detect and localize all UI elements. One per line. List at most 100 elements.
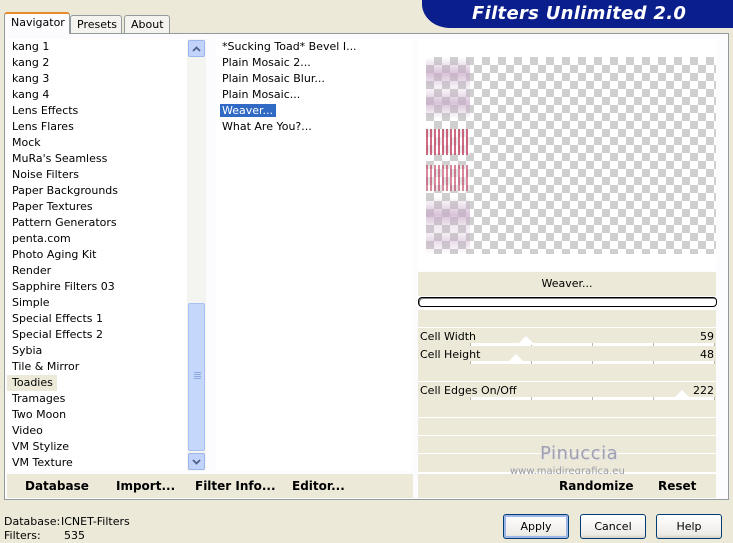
category-item-label: Pattern Generators: [12, 216, 117, 229]
category-item[interactable]: penta.com: [7, 231, 187, 247]
category-item[interactable]: Special Effects 2: [7, 327, 187, 343]
preview-image: [426, 57, 716, 254]
randomize-button[interactable]: Randomize: [559, 479, 633, 493]
header-banner: Filters Unlimited 2.0: [422, 0, 733, 28]
tab-about[interactable]: About: [124, 15, 170, 34]
category-item[interactable]: Simple: [7, 295, 187, 311]
category-item[interactable]: Video: [7, 423, 187, 439]
category-item[interactable]: VM Texture: [7, 455, 187, 471]
current-filter-name: Weaver...: [418, 272, 716, 296]
filter-item-label: Plain Mosaic 2...: [222, 56, 311, 69]
category-item-label: VM Texture: [12, 456, 73, 469]
slider-thumb[interactable]: [673, 390, 692, 399]
category-item[interactable]: Tramages: [7, 391, 187, 407]
filter-item-label: *Sucking Toad* Bevel I...: [222, 40, 357, 53]
category-item[interactable]: kang 4: [7, 87, 187, 103]
help-button[interactable]: Help: [656, 514, 722, 539]
category-item[interactable]: Two Moon: [7, 407, 187, 423]
slider-value: 59: [700, 330, 714, 343]
category-item[interactable]: Sapphire Filters 03: [7, 279, 187, 295]
category-item[interactable]: kang 2: [7, 55, 187, 71]
tab-navigator[interactable]: Navigator: [4, 12, 70, 34]
app-title: Filters Unlimited 2.0: [472, 3, 687, 24]
tab-presets[interactable]: Presets: [70, 15, 122, 34]
category-item-label: Tile & Mirror: [12, 360, 80, 373]
slider-value: 48: [700, 348, 714, 361]
category-scrollbar[interactable]: [187, 39, 206, 471]
slider-label: Cell Height: [420, 348, 481, 361]
category-item-label: kang 1: [12, 40, 50, 53]
category-item[interactable]: kang 3: [7, 71, 187, 87]
category-item[interactable]: Noise Filters: [7, 167, 187, 183]
filter-item[interactable]: What Are You?...: [216, 119, 412, 135]
category-list[interactable]: kang 1 kang 2 kang 3 kang 4 Lens Effects Lens…: [7, 39, 187, 471]
database-button[interactable]: Database: [25, 479, 89, 493]
category-item-label: Lens Effects: [12, 104, 79, 117]
apply-button[interactable]: Apply: [503, 514, 569, 539]
category-item-label: Video: [12, 424, 43, 437]
category-item[interactable]: Paper Backgrounds: [7, 183, 187, 199]
category-item[interactable]: Pattern Generators: [7, 215, 187, 231]
category-item-label: Noise Filters: [12, 168, 79, 181]
category-item-label: Special Effects 1: [12, 312, 104, 325]
filter-item-label: Plain Mosaic...: [222, 88, 301, 101]
reset-button[interactable]: Reset: [658, 479, 696, 493]
cancel-button[interactable]: Cancel: [580, 514, 646, 539]
category-item[interactable]: Special Effects 1: [7, 311, 187, 327]
category-item[interactable]: Render: [7, 263, 187, 279]
category-item[interactable]: kang 1: [7, 39, 187, 55]
category-item[interactable]: Sybia: [7, 343, 187, 359]
filter-item-label: Plain Mosaic Blur...: [222, 72, 325, 85]
import-button[interactable]: Import...: [116, 479, 175, 493]
slider-label: Cell Edges On/Off: [420, 384, 517, 397]
scroll-down-button[interactable]: [188, 453, 205, 470]
filter-item[interactable]: Plain Mosaic...: [216, 87, 412, 103]
category-item-label: kang 3: [12, 72, 50, 85]
chevron-up-icon: [192, 45, 201, 52]
filter-info-button[interactable]: Filter Info...: [195, 479, 276, 493]
category-item[interactable]: Lens Effects: [7, 103, 187, 119]
category-item-label: Paper Textures: [12, 200, 93, 213]
filter-item-label: What Are You?...: [222, 120, 312, 133]
filter-item[interactable]: Weaver...: [216, 103, 412, 119]
scroll-up-button[interactable]: [188, 40, 205, 57]
filter-item[interactable]: *Sucking Toad* Bevel I...: [216, 39, 412, 55]
category-item[interactable]: MuRa's Seamless: [7, 151, 187, 167]
category-item-label: Special Effects 2: [12, 328, 104, 341]
navigator-toolbar: Database Import... Filter Info... Editor…: [7, 474, 413, 498]
slider-value: 222: [693, 384, 714, 397]
category-item-label: Photo Aging Kit: [12, 248, 97, 261]
category-item[interactable]: Paper Textures: [7, 199, 187, 215]
category-item[interactable]: Photo Aging Kit: [7, 247, 187, 263]
category-item-label: Sybia: [12, 344, 43, 357]
filter-list[interactable]: *Sucking Toad* Bevel I... Plain Mosaic 2.…: [216, 39, 412, 471]
category-item-label: Lens Flares: [12, 120, 74, 133]
preview-toolbar: Randomize Reset: [418, 474, 716, 498]
status-filters: Filters: 535: [4, 529, 85, 542]
slider-thumb[interactable]: [517, 336, 536, 345]
category-item[interactable]: Toadies: [7, 375, 187, 391]
category-item[interactable]: Lens Flares: [7, 119, 187, 135]
category-item[interactable]: Mock: [7, 135, 187, 151]
category-item[interactable]: VM Stylize: [7, 439, 187, 455]
category-item-label: Sapphire Filters 03: [12, 280, 115, 293]
slider-cell-height[interactable]: Cell Height 48: [418, 346, 716, 365]
category-item-label: kang 2: [12, 56, 50, 69]
category-item[interactable]: Tile & Mirror: [7, 359, 187, 375]
preview-area: [418, 39, 716, 271]
scroll-thumb[interactable]: [188, 303, 205, 451]
editor-button[interactable]: Editor...: [292, 479, 345, 493]
filter-item[interactable]: Plain Mosaic Blur...: [216, 71, 412, 87]
category-item-label: MuRa's Seamless: [12, 152, 108, 165]
filter-item[interactable]: Plain Mosaic 2...: [216, 55, 412, 71]
watermark-name: Pinuccia: [540, 443, 619, 464]
slider-thumb[interactable]: [506, 354, 525, 363]
filter-item-label: Weaver...: [220, 104, 277, 117]
category-item-label: Paper Backgrounds: [12, 184, 119, 197]
slider-cell-edges[interactable]: Cell Edges On/Off 222: [418, 382, 716, 401]
category-item-label: Mock: [12, 136, 41, 149]
category-item-label: Render: [12, 264, 52, 277]
category-item-label: Two Moon: [12, 408, 67, 421]
slider-cell-width[interactable]: Cell Width 59: [418, 328, 716, 347]
category-item-label: kang 4: [12, 88, 50, 101]
